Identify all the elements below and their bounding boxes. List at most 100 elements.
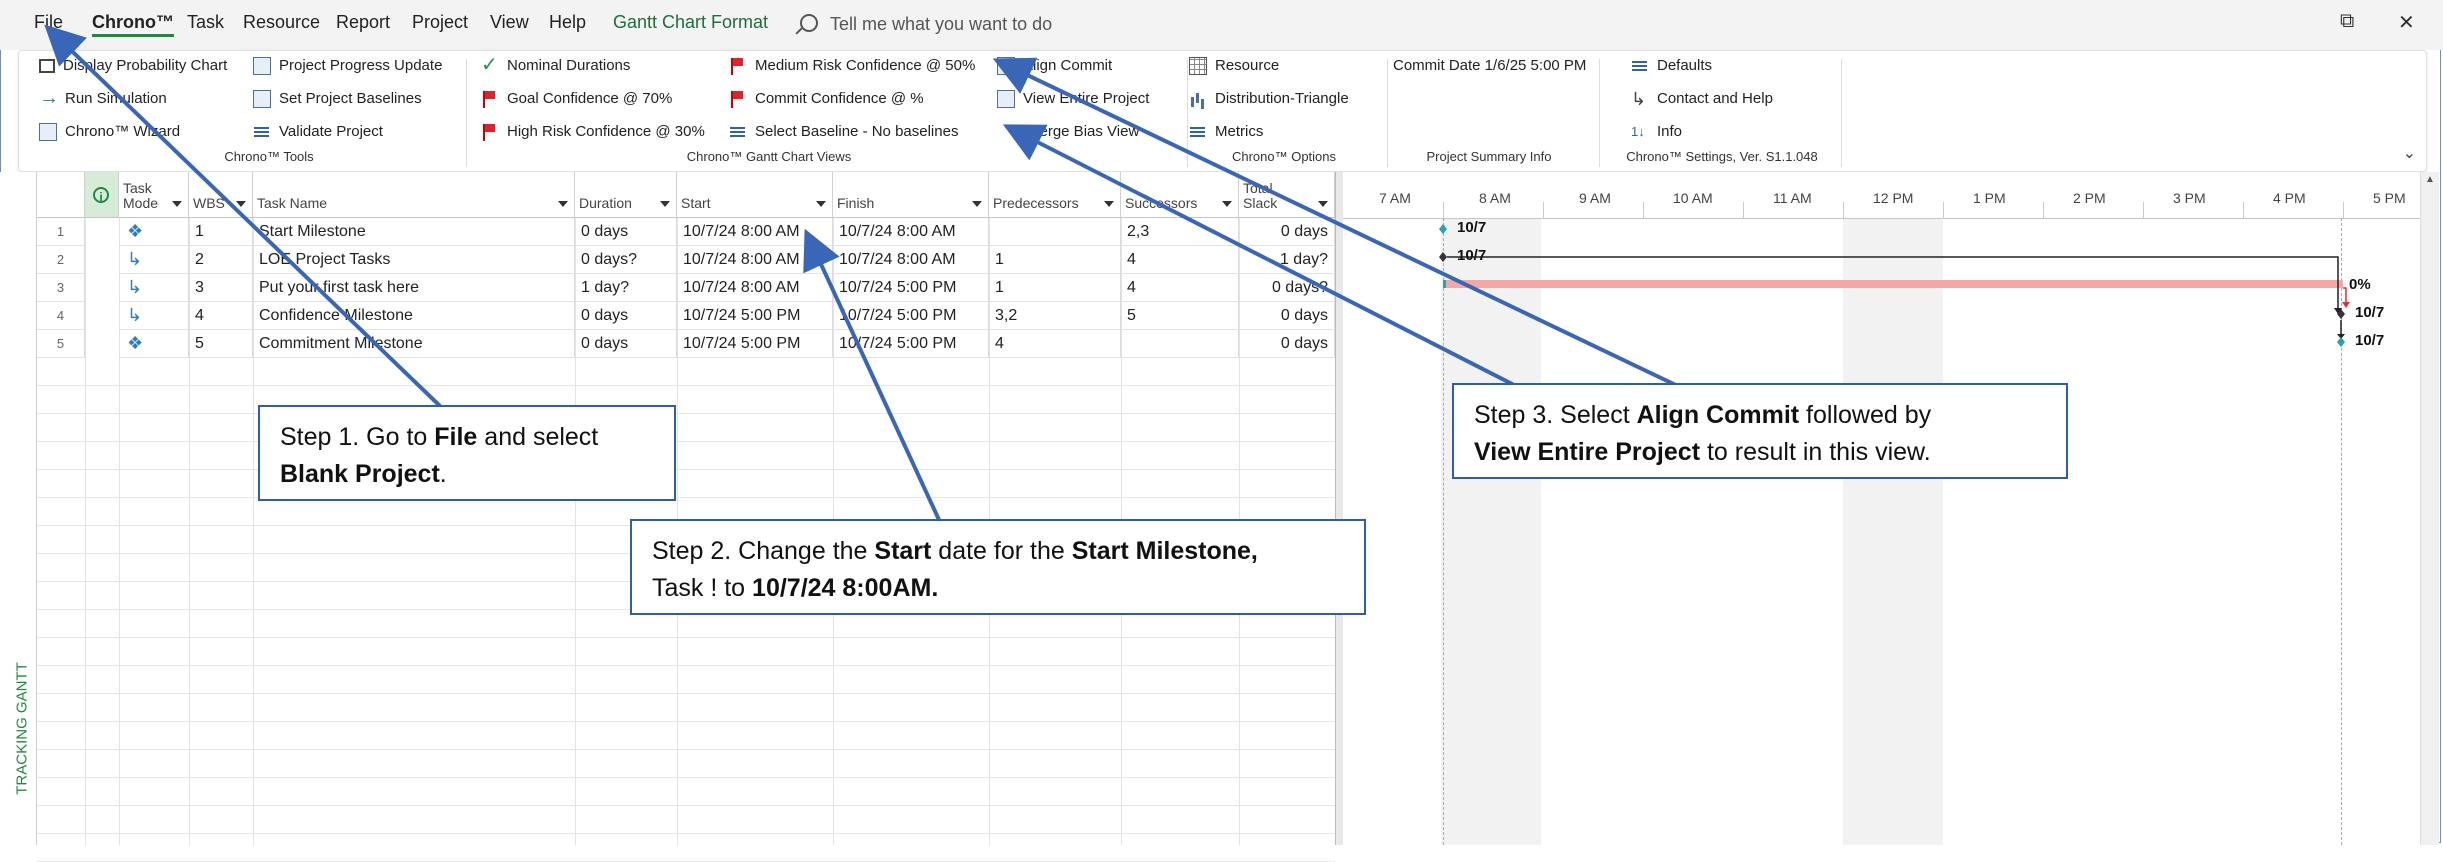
task-mode-cell[interactable]: ❖ xyxy=(119,330,189,358)
task-name-cell[interactable]: Start Milestone xyxy=(253,218,575,246)
metrics-button[interactable]: Metrics xyxy=(1189,121,1263,143)
total-slack-cell[interactable]: 0 days xyxy=(1239,302,1335,330)
task-name-cell[interactable]: LOE Project Tasks xyxy=(253,246,575,274)
total-slack-cell[interactable]: 0 days xyxy=(1239,330,1335,358)
vertical-scrollbar[interactable]: ▲ xyxy=(2420,172,2439,845)
select-baseline-button[interactable]: Select Baseline - No baselines xyxy=(729,121,958,143)
task-name-cell[interactable]: Commitment Milestone xyxy=(253,330,575,358)
menu-report[interactable]: Report xyxy=(336,12,390,33)
merge-bias-view-button[interactable]: Merge Bias View xyxy=(1027,121,1139,143)
start-cell[interactable]: 10/7/24 8:00 AM xyxy=(677,246,833,274)
text-bold: View Entire Project xyxy=(1474,438,1701,466)
view-entire-project-button[interactable]: View Entire Project xyxy=(997,88,1149,110)
start-cell[interactable]: 10/7/24 8:00 AM xyxy=(677,218,833,246)
group-label-settings: Chrono™ Settings, Ver. S1.1.048 xyxy=(1626,149,1818,164)
task-mode-cell[interactable]: ❖ xyxy=(119,218,189,246)
info-button[interactable]: Info xyxy=(1631,121,1682,143)
menu-help[interactable]: Help xyxy=(549,12,586,33)
task-mode-cell[interactable]: ↳ xyxy=(119,246,189,274)
run-simulation-button[interactable]: Run Simulation xyxy=(39,87,167,110)
row-number[interactable]: 5 xyxy=(37,330,85,358)
header-finish[interactable]: Finish xyxy=(833,172,989,218)
header-task-mode[interactable]: Task Mode xyxy=(119,172,189,218)
goal-confidence-button[interactable]: Goal Confidence @ 70% xyxy=(481,88,672,110)
validate-project-button[interactable]: Validate Project xyxy=(253,121,383,143)
header-start[interactable]: Start xyxy=(677,172,833,218)
successors-cell[interactable]: 2,3 xyxy=(1121,218,1239,246)
predecessors-cell[interactable]: 4 xyxy=(989,330,1121,358)
align-commit-button[interactable]: Align Commit xyxy=(997,55,1112,77)
start-cell[interactable]: 10/7/24 5:00 PM xyxy=(677,330,833,358)
predecessors-cell[interactable] xyxy=(989,218,1121,246)
header-wbs[interactable]: WBS xyxy=(189,172,253,218)
display-probability-chart-button[interactable]: Display Probability Chart xyxy=(39,55,227,77)
finish-cell[interactable]: 10/7/24 5:00 PM xyxy=(833,330,989,358)
row-number[interactable]: 2 xyxy=(37,246,85,274)
header-total-slack[interactable]: Total Slack xyxy=(1239,172,1335,218)
menu-resource[interactable]: Resource xyxy=(243,12,320,33)
start-cell[interactable]: 10/7/24 8:00 AM xyxy=(677,274,833,302)
menu-gantt-chart-format[interactable]: Gantt Chart Format xyxy=(613,12,768,33)
restore-window-icon[interactable]: ⧉ xyxy=(2340,10,2354,33)
tell-me-search[interactable]: Tell me what you want to do xyxy=(800,12,1052,35)
resource-button[interactable]: Resource xyxy=(1189,55,1279,77)
duration-cell[interactable]: 0 days? xyxy=(575,246,677,274)
defaults-button[interactable]: Defaults xyxy=(1631,55,1712,77)
header-task-name[interactable]: Task Name xyxy=(253,172,575,218)
duration-cell[interactable]: 0 days xyxy=(575,218,677,246)
wbs-cell[interactable]: 1 xyxy=(189,218,253,246)
menu-view[interactable]: View xyxy=(490,12,529,33)
task-name-cell[interactable]: Put your first task here xyxy=(253,274,575,302)
commit-confidence-button[interactable]: Commit Confidence @ % xyxy=(729,88,924,110)
wbs-cell[interactable]: 2 xyxy=(189,246,253,274)
predecessors-cell[interactable]: 3,2 xyxy=(989,302,1121,330)
contact-help-button[interactable]: Contact and Help xyxy=(1631,88,1773,110)
medium-risk-confidence-button[interactable]: Medium Risk Confidence @ 50% xyxy=(729,55,975,77)
wbs-cell[interactable]: 3 xyxy=(189,274,253,302)
project-progress-update-button[interactable]: Project Progress Update xyxy=(253,55,442,77)
duration-cell[interactable]: 1 day? xyxy=(575,274,677,302)
finish-cell[interactable]: 10/7/24 5:00 PM xyxy=(833,274,989,302)
collapse-ribbon-chevron-icon[interactable]: ⌄ xyxy=(2403,143,2416,163)
task-bar[interactable] xyxy=(1443,280,2343,288)
wbs-cell[interactable]: 5 xyxy=(189,330,253,358)
high-risk-confidence-button[interactable]: High Risk Confidence @ 30% xyxy=(481,121,705,143)
text: Step 2. Change the xyxy=(652,537,875,565)
row-number[interactable]: 4 xyxy=(37,302,85,330)
successors-cell[interactable]: 4 xyxy=(1121,274,1239,302)
menu-task[interactable]: Task xyxy=(187,12,224,33)
set-project-baselines-button[interactable]: Set Project Baselines xyxy=(253,88,422,110)
header-predecessors[interactable]: Predecessors xyxy=(989,172,1121,218)
task-mode-cell[interactable]: ↳ xyxy=(119,302,189,330)
total-slack-cell[interactable]: 1 day? xyxy=(1239,246,1335,274)
nominal-durations-button[interactable]: Nominal Durations xyxy=(481,54,630,77)
successors-cell[interactable]: 4 xyxy=(1121,246,1239,274)
close-icon[interactable]: ✕ xyxy=(2398,10,2415,35)
duration-cell[interactable]: 0 days xyxy=(575,302,677,330)
finish-cell[interactable]: 10/7/24 8:00 AM xyxy=(833,246,989,274)
row-number[interactable]: 3 xyxy=(37,274,85,302)
menu-file[interactable]: File xyxy=(34,12,63,33)
header-duration[interactable]: Duration xyxy=(575,172,677,218)
successors-cell[interactable]: 5 xyxy=(1121,302,1239,330)
wbs-cell[interactable]: 4 xyxy=(189,302,253,330)
menu-chrono[interactable]: Chrono™ xyxy=(92,12,174,33)
duration-cell[interactable]: 0 days xyxy=(575,330,677,358)
menu-project[interactable]: Project xyxy=(412,12,468,33)
scroll-up-icon[interactable]: ▲ xyxy=(2425,174,2435,185)
task-mode-cell[interactable]: ↳ xyxy=(119,274,189,302)
chrono-wizard-button[interactable]: Chrono™ Wizard xyxy=(39,121,180,143)
header-successors[interactable]: Successors xyxy=(1121,172,1239,218)
successors-cell[interactable] xyxy=(1121,330,1239,358)
start-cell[interactable]: 10/7/24 5:00 PM xyxy=(677,302,833,330)
row-number[interactable]: 1 xyxy=(37,218,85,246)
task-name-cell[interactable]: Confidence Milestone xyxy=(253,302,575,330)
finish-cell[interactable]: 10/7/24 8:00 AM xyxy=(833,218,989,246)
total-slack-cell[interactable]: 0 days xyxy=(1239,218,1335,246)
indicator-header[interactable]: i xyxy=(85,172,119,218)
distribution-triangle-button[interactable]: Distribution-Triangle xyxy=(1189,88,1349,110)
finish-cell[interactable]: 10/7/24 5:00 PM xyxy=(833,302,989,330)
predecessors-cell[interactable]: 1 xyxy=(989,274,1121,302)
total-slack-cell[interactable]: 0 days? xyxy=(1239,274,1335,302)
predecessors-cell[interactable]: 1 xyxy=(989,246,1121,274)
